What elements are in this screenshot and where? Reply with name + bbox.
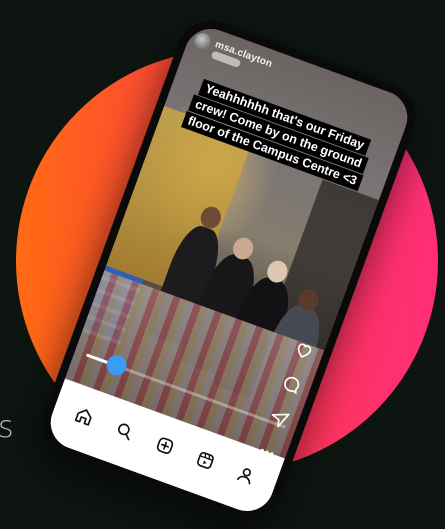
home-icon[interactable]: [68, 400, 101, 433]
profile-icon[interactable]: [229, 458, 262, 491]
cropped-side-text: s: [0, 410, 14, 445]
reels-icon[interactable]: [189, 444, 222, 477]
create-icon[interactable]: [148, 429, 181, 462]
avatar[interactable]: [192, 30, 213, 52]
search-icon[interactable]: [108, 414, 141, 447]
